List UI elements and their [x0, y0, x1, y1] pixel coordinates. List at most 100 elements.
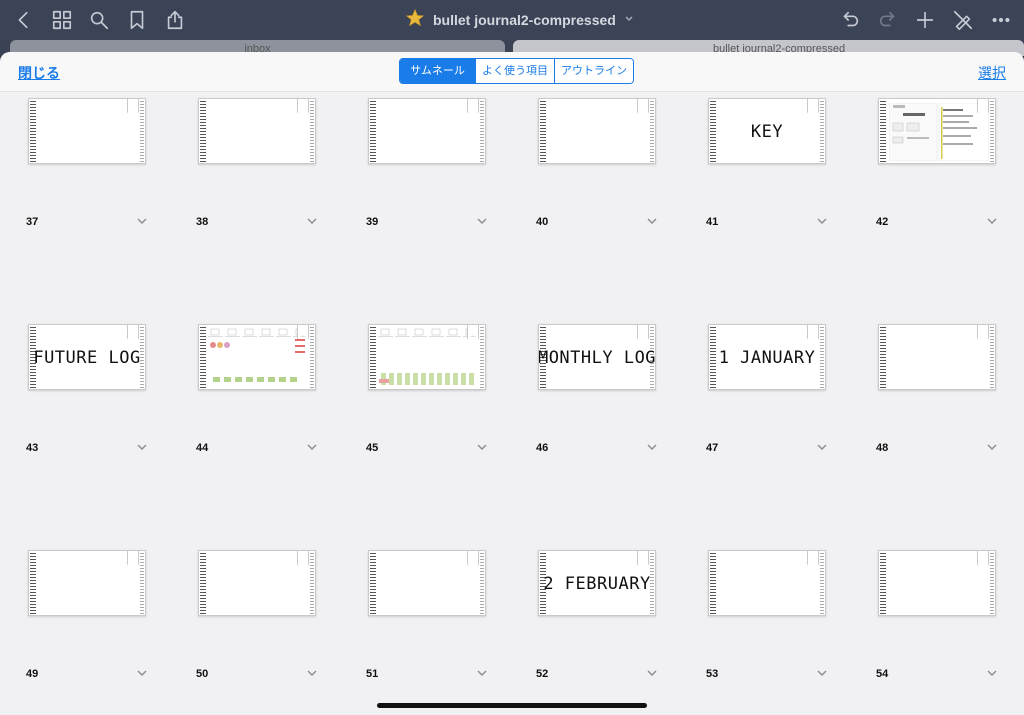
chevron-down-icon[interactable]: [816, 214, 828, 226]
page-heading: [887, 551, 987, 615]
page-thumbnail[interactable]: [198, 324, 316, 390]
redo-icon[interactable]: [876, 8, 900, 32]
page-thumbnail[interactable]: [708, 550, 826, 616]
page-thumbnail-cell[interactable]: MONTHLY LOG 46: [536, 324, 678, 454]
grid-icon[interactable]: [50, 8, 74, 32]
page-thumbnail[interactable]: [878, 324, 996, 390]
page-thumbnail[interactable]: [368, 98, 486, 164]
chevron-down-icon[interactable]: [136, 440, 148, 452]
chevron-down-icon[interactable]: [816, 666, 828, 678]
chevron-down-icon[interactable]: [306, 214, 318, 226]
page-thumbnail-cell[interactable]: 45: [366, 324, 508, 454]
spiral-binding: [200, 327, 206, 389]
document-title: bullet journal2-compressed: [433, 12, 616, 28]
page-thumbnail[interactable]: [368, 550, 486, 616]
page-thumbnail[interactable]: MONTHLY LOG: [538, 324, 656, 390]
page-number: 40: [536, 216, 549, 228]
spiral-binding: [880, 101, 886, 163]
chevron-down-icon[interactable]: [986, 666, 998, 678]
chevron-down-icon[interactable]: [646, 666, 658, 678]
spiral-binding: [990, 327, 994, 389]
share-icon[interactable]: [163, 8, 187, 32]
back-icon[interactable]: [12, 8, 36, 32]
tab-favorites[interactable]: よく使う項目: [475, 59, 554, 83]
chevron-down-icon[interactable]: [136, 666, 148, 678]
undo-icon[interactable]: [838, 8, 862, 32]
page-thumbnail[interactable]: [198, 550, 316, 616]
page-thumbnail-cell[interactable]: 2 FEBRUARY 52: [536, 550, 678, 680]
page-thumbnail[interactable]: [538, 98, 656, 164]
page-thumbnail-cell[interactable]: 53: [706, 550, 848, 680]
spiral-binding: [710, 101, 716, 163]
spiral-binding: [310, 101, 314, 163]
chevron-down-icon[interactable]: [136, 214, 148, 226]
spiral-binding: [820, 101, 824, 163]
page-number: 52: [536, 668, 549, 680]
chevron-down-icon[interactable]: [476, 214, 488, 226]
page-heading: [207, 99, 307, 163]
chevron-down-icon[interactable]: [476, 666, 488, 678]
page-number: 41: [706, 216, 719, 228]
chevron-down-icon[interactable]: [476, 440, 488, 452]
page-thumbnail-cell[interactable]: 37: [26, 98, 168, 228]
spiral-binding: [480, 553, 484, 615]
sheet-header: 閉じる サムネール よく使う項目 アウトライン 選択: [0, 52, 1024, 92]
page-thumbnail-cell[interactable]: 38: [196, 98, 338, 228]
page-thumbnail[interactable]: KEY: [708, 98, 826, 164]
page-thumbnail[interactable]: 1 JANUARY: [708, 324, 826, 390]
chevron-down-icon[interactable]: [986, 440, 998, 452]
star-icon: [405, 8, 425, 33]
page-thumbnail[interactable]: [28, 550, 146, 616]
chevron-down-icon[interactable]: [646, 440, 658, 452]
more-icon[interactable]: [989, 8, 1013, 32]
tab-thumbnails[interactable]: サムネール: [400, 59, 475, 83]
chevron-down-icon[interactable]: [986, 214, 998, 226]
page-thumbnail-cell[interactable]: 49: [26, 550, 168, 680]
page-number: 50: [196, 668, 209, 680]
page-heading: [377, 551, 477, 615]
page-thumbnail[interactable]: 2 FEBRUARY: [538, 550, 656, 616]
page-thumbnail-cell[interactable]: 44: [196, 324, 338, 454]
page-thumbnail-cell[interactable]: 51: [366, 550, 508, 680]
tab-outline[interactable]: アウトライン: [554, 59, 633, 83]
chevron-down-icon[interactable]: [816, 440, 828, 452]
page-thumbnail[interactable]: [198, 98, 316, 164]
chevron-down-icon[interactable]: [306, 440, 318, 452]
page-thumbnail[interactable]: [878, 550, 996, 616]
view-mode-segmented-control: サムネール よく使う項目 アウトライン: [399, 58, 634, 84]
home-indicator: [377, 703, 647, 708]
select-button[interactable]: 選択: [978, 63, 1006, 83]
page-thumbnail-cell[interactable]: 50: [196, 550, 338, 680]
spiral-binding: [990, 101, 994, 163]
page-thumbnail-cell[interactable]: 40: [536, 98, 678, 228]
page-thumbnail[interactable]: [878, 98, 996, 164]
page-number: 54: [876, 668, 889, 680]
search-icon[interactable]: [87, 8, 111, 32]
page-thumbnail[interactable]: FUTURE LOG: [28, 324, 146, 390]
chevron-down-icon[interactable]: [646, 214, 658, 226]
page-thumbnail-cell[interactable]: 1 JANUARY 47: [706, 324, 848, 454]
page-thumbnail[interactable]: [28, 98, 146, 164]
spiral-binding: [30, 553, 36, 615]
page-thumbnail-cell[interactable]: 48: [876, 324, 1018, 454]
close-button[interactable]: 閉じる: [18, 63, 60, 83]
page-heading: [37, 99, 137, 163]
page-thumbnail-cell[interactable]: KEY 41: [706, 98, 848, 228]
spiral-binding: [140, 101, 144, 163]
page-preview-content: [377, 327, 481, 389]
page-thumbnail-cell[interactable]: 39: [366, 98, 508, 228]
bookmark-icon[interactable]: [125, 8, 149, 32]
chevron-down-icon[interactable]: [306, 666, 318, 678]
document-title-button[interactable]: bullet journal2-compressed: [405, 8, 634, 33]
page-heading: KEY: [750, 122, 784, 142]
pen-off-icon[interactable]: [951, 8, 975, 32]
page-heading: [717, 551, 817, 615]
thumbnail-sheet: 閉じる サムネール よく使う項目 アウトライン 選択 37 38 39 40 KEY 41…: [0, 52, 1024, 715]
page-thumbnail-cell[interactable]: FUTURE LOG 43: [26, 324, 168, 454]
page-thumbnail-cell[interactable]: 42: [876, 98, 1018, 228]
page-number: 37: [26, 216, 39, 228]
plus-icon[interactable]: [913, 8, 937, 32]
page-thumbnail-cell[interactable]: 54: [876, 550, 1018, 680]
spiral-binding: [540, 101, 546, 163]
page-thumbnail[interactable]: [368, 324, 486, 390]
